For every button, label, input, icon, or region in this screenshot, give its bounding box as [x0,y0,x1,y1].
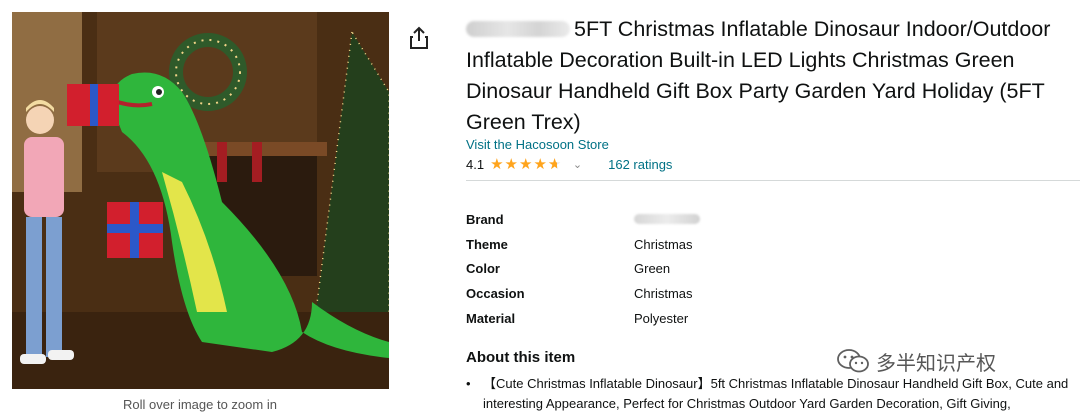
star-icon: ★ [490,155,504,173]
about-section-title: About this item [466,349,576,366]
spec-key: Brand [466,211,504,227]
product-photo-illustration [12,12,389,389]
spec-row-color: Color Green [466,257,1066,282]
spec-row-theme: Theme Christmas [466,232,1066,257]
list-item: • 【Cute Christmas Inflatable Dinosaur】5f… [466,374,1076,414]
bullet-text: 【Cute Christmas Inflatable Dinosaur】5ft … [483,376,1069,411]
spec-row-occasion: Occasion Christmas [466,281,1066,306]
watermark-text: 多半知识产权 [876,352,996,375]
spec-value-blurred [634,212,700,227]
watermark: 多半知识产权 [836,346,996,376]
zoom-hint: Roll over image to zoom in [123,397,277,412]
blurred-brand-name [466,21,570,37]
spec-row-material: Material Polyester [466,306,1066,331]
section-divider [466,180,1080,181]
star-rating[interactable]: ★ ★ ★ ★ ★ ★ [490,157,563,172]
spec-value: Christmas [634,286,693,302]
spec-key: Color [466,261,500,277]
star-icon: ★ [504,155,518,173]
product-title: 5FT Christmas Inflatable Dinosaur Indoor… [466,14,1078,138]
wechat-logo-icon [837,349,869,373]
spec-value: Christmas [634,236,693,252]
ratings-count-link[interactable]: 162 ratings [608,157,672,172]
product-specs-table: Brand Theme Christmas Color Green Occasi… [466,207,1066,331]
share-icon[interactable] [408,26,430,50]
rating-value: 4.1 [466,156,485,172]
spec-row-brand: Brand [466,207,1066,232]
chevron-down-icon[interactable]: ⌄ [573,158,582,171]
star-half-icon: ★ ★ [547,155,562,173]
about-bullets: • 【Cute Christmas Inflatable Dinosaur】5f… [466,374,1076,414]
product-image[interactable] [12,12,389,389]
star-icon: ★ [533,155,547,173]
spec-key: Occasion [466,286,525,302]
spec-value: Green [634,261,671,277]
spec-value: Polyester [634,311,689,327]
star-icon: ★ [518,155,533,173]
spec-key: Theme [466,236,508,252]
rating-row: 4.1 ★ ★ ★ ★ ★ ★ ⌄ 162 ratings [466,155,672,173]
visit-store-link[interactable]: Visit the Hacosoon Store [466,137,609,152]
spec-key: Material [466,311,516,327]
bullet-marker: • [466,376,471,391]
